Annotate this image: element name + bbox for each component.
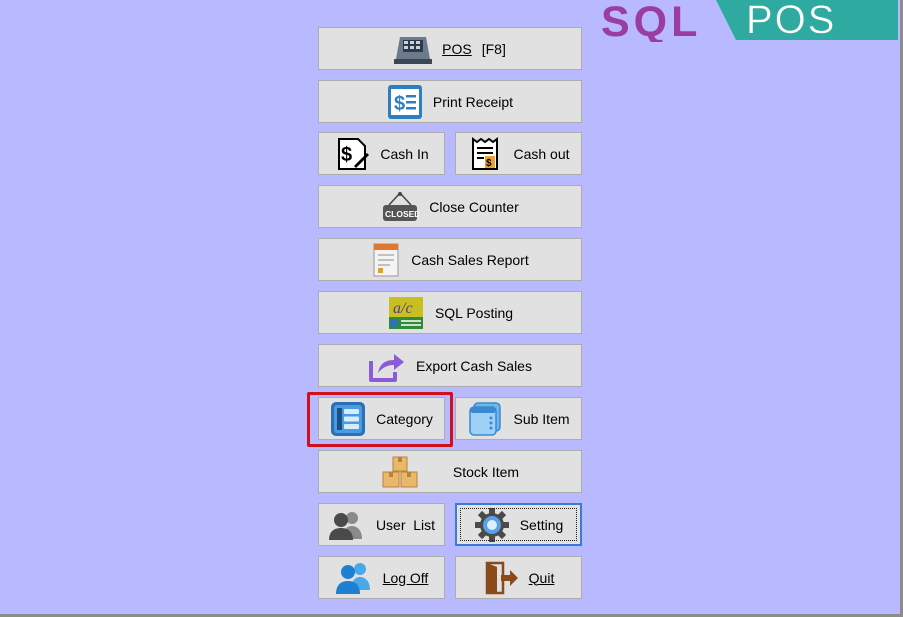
svg-text:$: $ <box>486 158 492 169</box>
closed-sign-icon: CLOSED <box>381 191 419 223</box>
sql-pos-logo: SQL POS <box>598 0 898 42</box>
exit-door-icon <box>483 560 519 596</box>
logo-sql-text: SQL <box>601 0 701 42</box>
cash-register-icon <box>394 33 433 65</box>
setting-label: Setting <box>519 516 564 533</box>
gear-icon <box>474 507 510 543</box>
category-highlight-box <box>307 392 453 447</box>
boxes-icon <box>381 455 419 489</box>
pos-label: POS <box>442 40 472 57</box>
cash-sales-report-button[interactable]: Cash Sales Report <box>318 238 582 281</box>
posting-icon: a/c <box>387 295 425 331</box>
cash-in-icon: $ <box>334 136 370 172</box>
close-counter-button[interactable]: CLOSED Close Counter <box>318 185 582 228</box>
close-counter-label: Close Counter <box>429 198 519 215</box>
user-list-button[interactable]: User List <box>318 503 445 546</box>
cash-in-button[interactable]: $ Cash In <box>318 132 445 175</box>
sql-posting-label: SQL Posting <box>434 304 514 321</box>
print-receipt-button[interactable]: $ Print Receipt <box>318 80 582 123</box>
sub-item-button[interactable]: Sub Item <box>455 397 582 440</box>
cash-out-icon: $ <box>467 136 503 172</box>
svg-text:$: $ <box>394 93 405 115</box>
cash-in-label: Cash In <box>380 145 429 162</box>
quit-button[interactable]: Quit <box>455 556 582 599</box>
stock-item-label: Stock Item <box>452 463 520 480</box>
svg-text:a/c: a/c <box>393 300 413 317</box>
export-cash-sales-label: Export Cash Sales <box>416 357 532 374</box>
quit-label: Quit <box>528 569 555 586</box>
report-icon <box>371 242 401 278</box>
export-icon <box>368 349 406 383</box>
svg-text:$: $ <box>341 144 352 166</box>
sub-item-label: Sub Item <box>513 410 570 427</box>
cash-sales-report-label: Cash Sales Report <box>411 251 529 268</box>
pos-shortcut: [F8] <box>481 40 506 57</box>
receipt-icon: $ <box>387 84 423 120</box>
user-list-label: User List <box>375 516 436 533</box>
pos-button[interactable]: POS [F8] <box>318 27 582 70</box>
logo-pos-text: POS <box>746 0 836 42</box>
cash-out-button[interactable]: $ Cash out <box>455 132 582 175</box>
log-off-label: Log Off <box>382 569 429 586</box>
log-off-button[interactable]: Log Off <box>318 556 445 599</box>
users-icon <box>328 509 366 541</box>
stock-item-button[interactable]: Stock Item <box>318 450 582 493</box>
user-logoff-icon <box>335 560 373 596</box>
setting-button[interactable]: Setting <box>455 503 582 546</box>
svg-text:CLOSED: CLOSED <box>385 209 419 219</box>
export-cash-sales-button[interactable]: Export Cash Sales <box>318 344 582 387</box>
sub-item-icon <box>467 401 503 437</box>
cash-out-label: Cash out <box>513 145 570 162</box>
print-receipt-label: Print Receipt <box>432 93 514 110</box>
sql-posting-button[interactable]: a/c SQL Posting <box>318 291 582 334</box>
